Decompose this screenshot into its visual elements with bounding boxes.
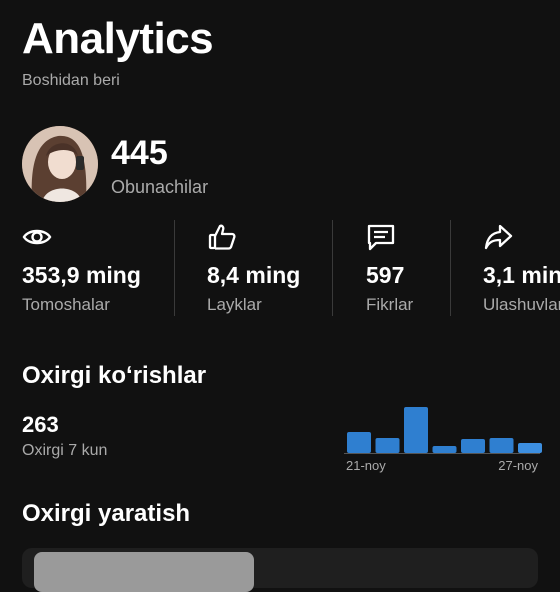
avatar[interactable] [22,126,98,202]
chart-tick-label: 21-noy [346,458,386,473]
likes-value: 8,4 ming [207,262,301,288]
recent-creation-card[interactable] [22,548,538,592]
chart-bar-25-noy [461,439,485,453]
comments-value: 597 [366,262,405,288]
thumbs-up-icon [207,222,237,252]
video-thumbnail [34,552,254,592]
shares-label: Ulashuvlar [483,295,560,314]
recent-creation-title: Oxirgi yaratish [22,500,191,527]
comment-icon [366,222,396,252]
chart-bar-26-noy [489,438,514,453]
recent-views-chart[interactable]: 21-noy 27-noy [344,400,542,480]
recent-views-value: 263 [22,412,59,437]
chart-tick-label: 27-noy [498,458,538,473]
chart-bar-24-noy [432,446,457,453]
chart-bar-27-noy [518,443,542,453]
stat-divider [332,220,333,316]
chart-bar-21-noy [347,432,371,453]
stat-divider [174,220,175,316]
views-label: Tomoshalar [22,295,110,314]
page-subtitle: Boshidan beri [22,72,120,89]
comments-label: Fikrlar [366,295,414,314]
likes-label: Layklar [207,295,262,314]
share-icon [483,222,513,252]
bar-chart-svg: 21-noy 27-noy [344,407,542,473]
subscribers-label: Obunachilar [111,177,209,197]
shares-value: 3,1 ming [483,262,560,288]
views-value: 353,9 ming [22,262,141,288]
page-title: Analytics [22,14,214,63]
recent-views-period: Oxirgi 7 kun [22,442,108,459]
avatar-image [22,126,98,202]
chart-bar-22-noy [375,438,400,453]
recent-views-title: Oxirgi koʻrishlar [22,362,207,389]
chart-bar-23-noy [404,407,428,453]
stat-divider [450,220,451,316]
subscribers-count: 445 [111,134,168,172]
eye-icon [22,222,52,252]
